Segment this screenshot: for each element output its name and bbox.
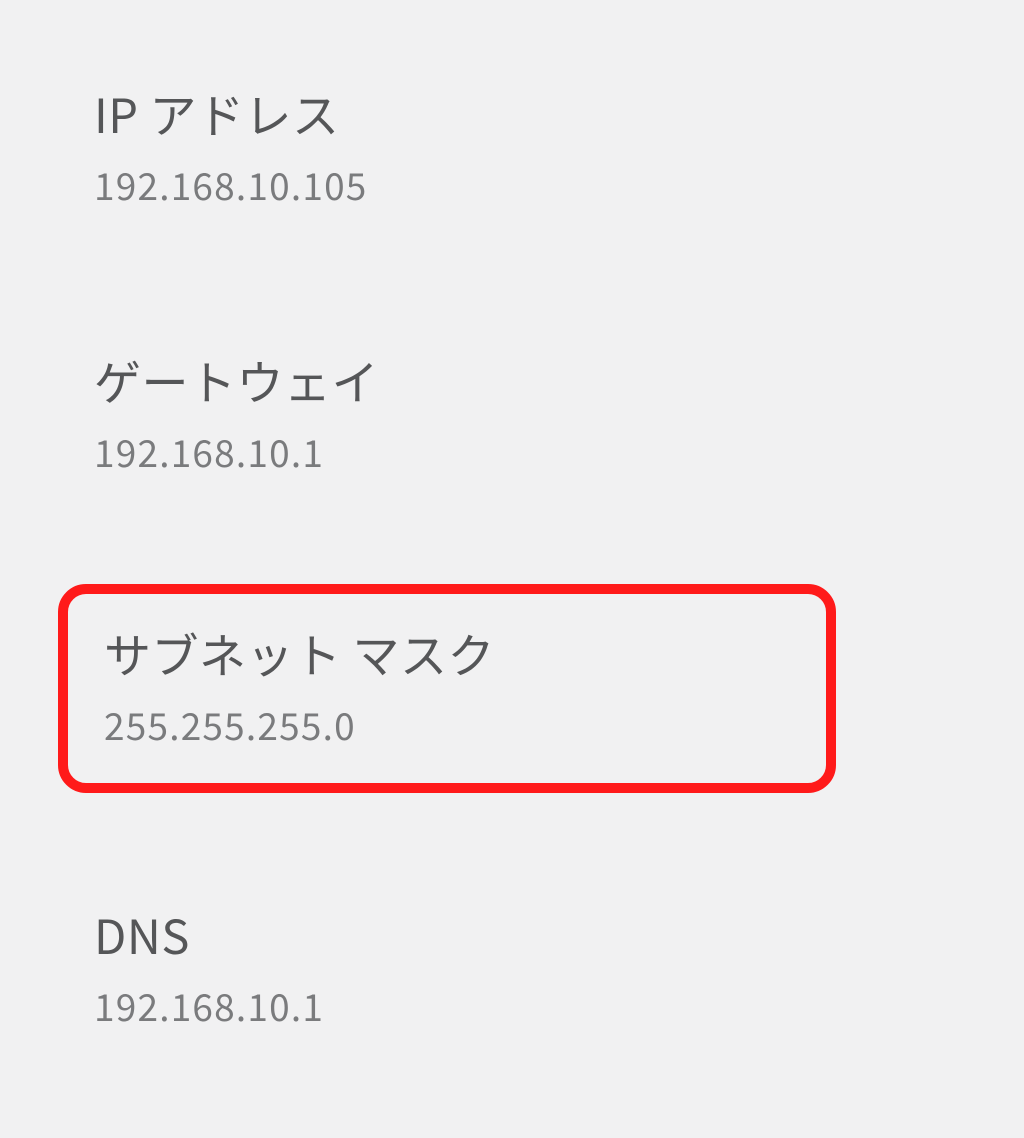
subnet-mask-value: 255.255.255.0 (104, 697, 810, 751)
dns-item[interactable]: DNS 192.168.10.1 (78, 871, 1024, 1060)
ip-address-value: 192.168.10.105 (94, 157, 1008, 211)
subnet-mask-label: サブネット マスク (104, 618, 810, 687)
network-settings-list: IP アドレス 192.168.10.105 ゲートウェイ 192.168.10… (78, 50, 1024, 1138)
subnet-mask-item[interactable]: サブネット マスク 255.255.255.0 (58, 584, 836, 793)
gateway-item[interactable]: ゲートウェイ 192.168.10.1 (78, 317, 1024, 506)
dns-value: 192.168.10.1 (94, 978, 1008, 1032)
gateway-label: ゲートウェイ (94, 345, 1008, 414)
ip-address-item[interactable]: IP アドレス 192.168.10.105 (78, 50, 1024, 239)
dns-label: DNS (94, 899, 1008, 968)
ip-address-label: IP アドレス (94, 78, 1008, 147)
gateway-value: 192.168.10.1 (94, 424, 1008, 478)
